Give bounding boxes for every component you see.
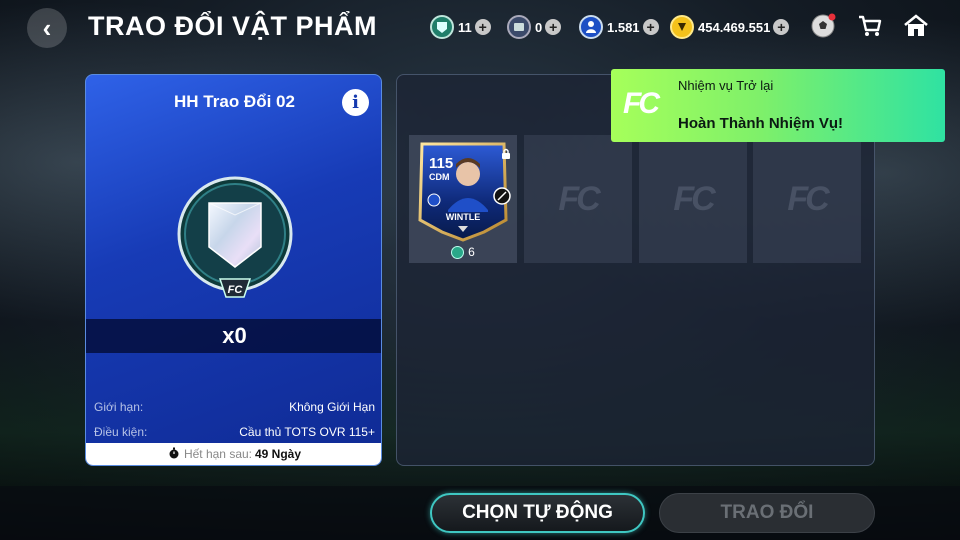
plus-icon[interactable]: + [773,19,790,35]
player-card-slot[interactable]: 115 CDM WINTLE 6 [409,135,517,263]
page-title: TRAO ĐỔI VẬT PHẨM [88,11,377,41]
expiry-value: 49 Ngày [255,447,302,461]
lock-icon [501,148,511,162]
currency-bp-coin[interactable]: 454.469.551 + [670,14,790,40]
notification-title: Nhiệm vụ Trở lại [678,78,774,93]
info-icon[interactable]: i [342,89,369,116]
gem-icon [430,15,454,39]
player-name: WINTLE [445,212,481,222]
empty-card-slot[interactable]: FC [639,135,747,263]
condition-row: Điều kiện: Cầu thủ TOTS OVR 115+ [94,425,375,439]
currency-value: 0 [535,19,543,35]
auto-select-button[interactable]: CHỌN TỰ ĐỘNG [430,493,645,533]
currency-ticket[interactable]: 0 + [507,14,562,40]
stopwatch-icon [168,447,180,462]
exchange-item-panel[interactable]: HH Trao Đổi 02 i FC x0 Giới hạn: Không G… [85,74,382,466]
empty-card-slot[interactable]: FC [524,135,632,263]
currency-exchange-gem[interactable]: 11 + [430,14,491,40]
currency-value: 454.469.551 [698,19,771,35]
limit-label: Giới hạn: [94,400,144,414]
expiry-label: Hết hạn sau: [183,447,252,461]
back-button[interactable]: ‹ [27,8,67,48]
exchange-count: x0 [86,319,381,353]
exchange-badge-icon: FC [176,175,294,303]
fc-logo-icon: FC [787,179,829,218]
player-rating: 115 [429,155,454,172]
notification-message: Hoàn Thành Nhiệm Vụ! [678,115,843,132]
limit-value: Không Giới Hạn [289,400,375,414]
home-icon[interactable] [901,11,931,41]
currency-player-token[interactable]: 1.581 + [579,14,659,40]
empty-card-slot[interactable]: FC [753,135,861,263]
player-position: CDM [429,172,450,182]
currency-value: 11 [458,19,472,35]
fc-logo-icon: FC [673,179,715,218]
player-card[interactable]: 115 CDM WINTLE [414,138,512,242]
exchange-button[interactable]: TRAO ĐỔI [659,493,875,533]
coin-icon [670,15,694,39]
mission-notification[interactable]: FC Nhiệm vụ Trở lại Hoàn Thành Nhiệm Vụ! [611,69,945,142]
plus-icon[interactable]: + [642,19,659,35]
card-value-number: 6 [468,245,475,259]
back-icon: ‹ [42,12,52,43]
player-token-icon [579,15,603,39]
plus-icon[interactable]: + [474,19,491,35]
ticket-icon [507,15,531,39]
limit-row: Giới hạn: Không Giới Hạn [94,400,375,414]
plus-icon[interactable]: + [545,19,562,35]
top-bar: ‹ TRAO ĐỔI VẬT PHẨM 11 + 0 + 1.581 + 454… [0,0,960,54]
card-value: 6 [409,245,517,259]
panel-title: HH Trao Đổi 02 [174,92,295,111]
condition-label: Điều kiện: [94,425,148,439]
football-icon[interactable] [808,11,838,41]
fc-logo-icon: FC [623,87,660,120]
cart-icon[interactable] [855,11,885,41]
expiry-bar: Hết hạn sau: 49 Ngày [86,443,381,465]
currency-value: 1.581 [607,19,640,35]
svg-text:FC: FC [228,284,244,296]
condition-value: Cầu thủ TOTS OVR 115+ [239,425,375,439]
gem-icon [451,245,465,259]
card-frame [418,142,511,242]
fc-logo-icon: FC [558,179,600,218]
